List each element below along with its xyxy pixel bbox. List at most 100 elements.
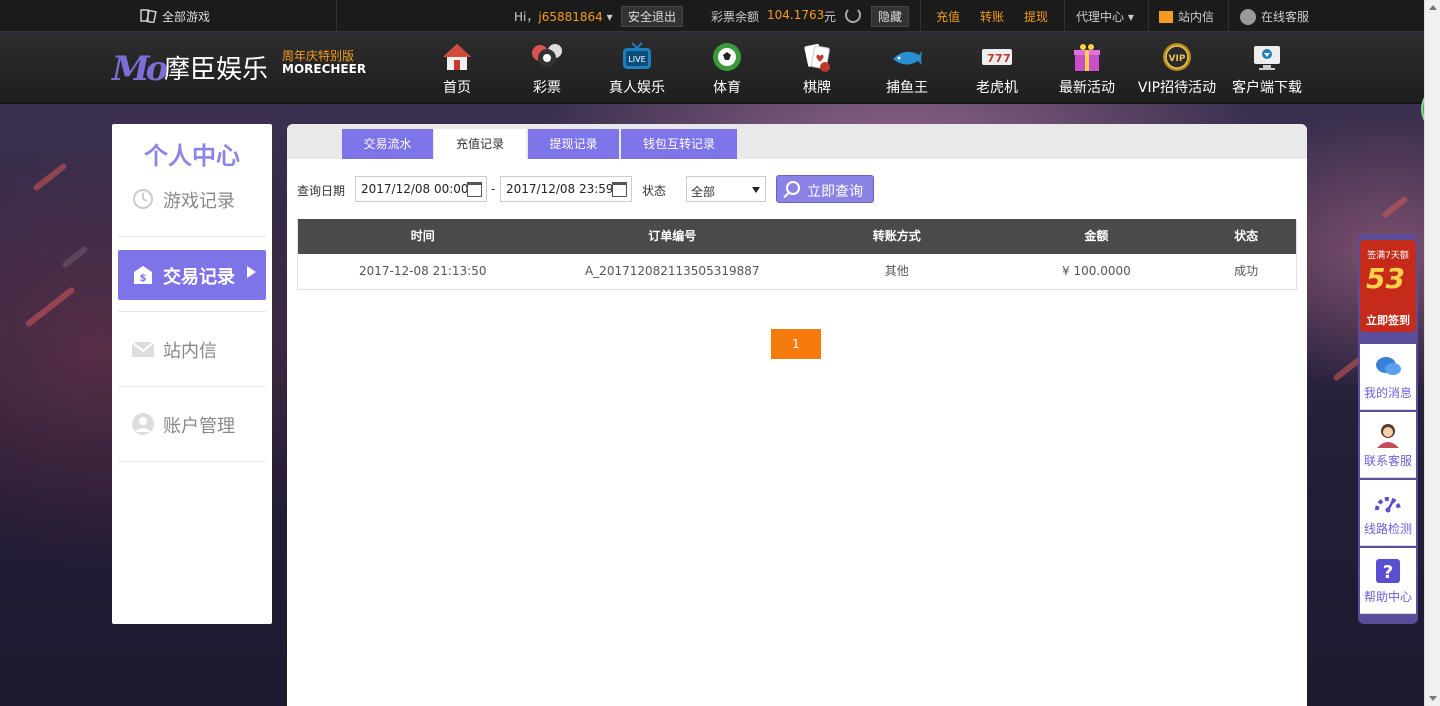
soccer-ball-icon bbox=[713, 43, 741, 71]
site-messages-link[interactable]: 站内信 bbox=[1159, 8, 1214, 25]
nav-label: 老虎机 bbox=[976, 80, 1018, 96]
status-select-value: 全部 bbox=[691, 185, 716, 199]
sign-in-banner[interactable]: 签满7天额 53 立即签到 bbox=[1360, 240, 1416, 332]
nav-label: 捕鱼王 bbox=[886, 80, 928, 96]
nav-fishing[interactable]: 捕鱼王 bbox=[862, 41, 952, 97]
svg-text:VIP: VIP bbox=[1169, 54, 1186, 64]
search-button[interactable]: 立即查询 bbox=[776, 175, 874, 203]
all-games-label: 全部游戏 bbox=[162, 10, 211, 24]
sidebar-item-site-messages[interactable]: 站内信 bbox=[118, 324, 266, 374]
home-icon bbox=[443, 44, 471, 70]
logo-mark: Mo bbox=[112, 49, 168, 89]
sidebar: 个人中心 游戏记录 $ 交易记录 站内信 账户管理 bbox=[112, 124, 272, 624]
calendar-icon[interactable] bbox=[612, 182, 627, 197]
nav-label: 彩票 bbox=[533, 80, 561, 96]
headset-icon bbox=[1240, 9, 1256, 25]
sign-in-label: 立即签到 bbox=[1366, 314, 1410, 327]
nav-promotions[interactable]: 最新活动 bbox=[1042, 41, 1132, 97]
svg-text:?: ? bbox=[1383, 562, 1393, 583]
nav-sports[interactable]: 体育 bbox=[682, 41, 772, 97]
page-button[interactable]: 1 bbox=[771, 329, 821, 359]
sidebar-item-account-management[interactable]: 账户管理 bbox=[118, 399, 266, 449]
divider bbox=[920, 0, 921, 32]
divider bbox=[1148, 0, 1149, 32]
sidebar-item-transaction-records[interactable]: $ 交易记录 bbox=[118, 250, 266, 300]
nav-home[interactable]: 首页 bbox=[412, 41, 502, 97]
scroll-down-icon[interactable] bbox=[1429, 696, 1437, 701]
user-icon bbox=[132, 413, 154, 435]
transfer-link[interactable]: 转账 bbox=[980, 8, 1004, 25]
sidebar-item-label: 账户管理 bbox=[163, 416, 235, 437]
top-bar: 全部游戏 Hi，j65881864 ▾ 安全退出 彩票余额 104.1763 元… bbox=[0, 0, 1424, 32]
cell-amount: ¥ 100.0000 bbox=[1062, 264, 1131, 278]
nav-slots[interactable]: 777 老虎机 bbox=[952, 41, 1042, 97]
main-header: Mo 摩臣娱乐 周年庆特别版 MORECHEER 首页 彩票 LIVE 真人娱乐… bbox=[0, 33, 1424, 104]
logo-name-en: MORECHEER bbox=[282, 62, 367, 76]
nav-label: 棋牌 bbox=[803, 80, 831, 96]
line-check-label: 线路检测 bbox=[1363, 522, 1412, 536]
sidebar-item-game-records[interactable]: 游戏记录 bbox=[118, 174, 266, 224]
nav-label: 首页 bbox=[443, 80, 471, 96]
nav-live[interactable]: LIVE 真人娱乐 bbox=[592, 41, 682, 97]
tab-wallet-transfer-records[interactable]: 钱包互转记录 bbox=[621, 129, 737, 159]
all-games-link[interactable]: 全部游戏 bbox=[140, 8, 210, 25]
download-monitor-icon bbox=[1254, 46, 1280, 70]
tab-transaction-flow[interactable]: 交易流水 bbox=[342, 129, 433, 159]
balance-value: 104.1763 bbox=[767, 8, 825, 22]
cell-status: 成功 bbox=[1234, 264, 1259, 278]
tab-withdraw-records[interactable]: 提现记录 bbox=[528, 129, 619, 159]
cell-method: 其他 bbox=[884, 264, 909, 278]
lottery-balls-icon bbox=[532, 44, 562, 67]
logout-button[interactable]: 安全退出 bbox=[621, 6, 684, 27]
main-content: 交易流水 充值记录 提现记录 钱包互转记录 查询日期 2017/12/08 00… bbox=[287, 124, 1307, 706]
col-header-time: 时间 bbox=[410, 229, 435, 243]
contact-support-button[interactable]: 联系客服 bbox=[1360, 412, 1416, 478]
logo-name-cn: 摩臣娱乐 bbox=[164, 55, 269, 85]
help-center-button[interactable]: ? 帮助中心 bbox=[1360, 548, 1416, 614]
fish-icon bbox=[893, 51, 922, 65]
sign-in-number: 53 bbox=[1366, 262, 1405, 295]
money-bag-icon: $ bbox=[134, 266, 152, 284]
caret-right-icon bbox=[247, 266, 256, 278]
sign-in-caption: 签满7天额 bbox=[1367, 251, 1409, 261]
sidebar-item-label: 游戏记录 bbox=[163, 191, 235, 212]
nav-lottery[interactable]: 彩票 bbox=[502, 41, 592, 97]
my-messages-button[interactable]: 我的消息 bbox=[1360, 344, 1416, 410]
sidebar-item-label: 交易记录 bbox=[163, 267, 235, 288]
svg-text:7: 7 bbox=[995, 52, 1003, 65]
page-scrollbar[interactable] bbox=[1424, 0, 1440, 706]
calendar-icon[interactable] bbox=[467, 182, 482, 197]
nav-label: 真人娱乐 bbox=[609, 80, 665, 96]
agent-center-menu[interactable]: 代理中心 ▾ bbox=[1076, 8, 1134, 25]
end-date-input[interactable]: 2017/12/08 23:59 bbox=[500, 176, 632, 202]
col-header-method: 转账方式 bbox=[872, 229, 921, 243]
vip-badge-icon: VIP bbox=[1163, 43, 1191, 71]
svg-text:LIVE: LIVE bbox=[628, 55, 645, 64]
table-row: 2017-12-08 21:13:50 A_201712082113505319… bbox=[298, 254, 1296, 289]
site-messages-label: 站内信 bbox=[1178, 10, 1215, 24]
cards-icon bbox=[140, 9, 157, 23]
divider bbox=[118, 236, 266, 237]
nav-label: 最新活动 bbox=[1059, 80, 1115, 96]
hide-balance-button[interactable]: 隐藏 bbox=[871, 6, 910, 27]
start-date-input[interactable]: 2017/12/08 00:00 bbox=[355, 176, 487, 202]
nav-client-download[interactable]: 客户端下载 bbox=[1222, 41, 1312, 97]
tab-recharge-records[interactable]: 充值记录 bbox=[434, 129, 526, 159]
nav-vip[interactable]: VIP VIP招待活动 bbox=[1132, 41, 1222, 97]
floating-toolbar: 签满7天额 53 立即签到 我的消息 联系客服 线路检测 ? 帮助中心 bbox=[1358, 234, 1418, 624]
nav-chess-cards[interactable]: ♥ 棋牌 bbox=[772, 41, 862, 97]
online-service-link[interactable]: 在线客服 bbox=[1240, 8, 1309, 25]
line-check-button[interactable]: 线路检测 bbox=[1360, 480, 1416, 546]
gift-icon bbox=[1074, 44, 1100, 71]
online-service-label: 在线客服 bbox=[1261, 10, 1310, 24]
sidebar-title: 个人中心 bbox=[144, 142, 240, 170]
withdraw-link[interactable]: 提现 bbox=[1024, 8, 1048, 25]
status-select[interactable]: 全部 bbox=[686, 176, 766, 202]
scroll-up-icon[interactable] bbox=[1429, 5, 1437, 10]
user-greeting[interactable]: Hi，j65881864 ▾ bbox=[514, 8, 613, 25]
question-icon: ? bbox=[1376, 559, 1400, 583]
recharge-link[interactable]: 充值 bbox=[936, 8, 960, 25]
refresh-icon[interactable] bbox=[845, 7, 861, 23]
divider bbox=[118, 461, 266, 462]
divider bbox=[118, 311, 266, 312]
